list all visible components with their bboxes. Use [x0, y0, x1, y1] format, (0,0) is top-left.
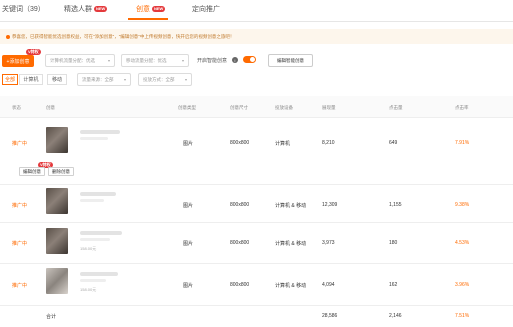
impressions: 8,210: [322, 140, 335, 146]
tab-label: 定向推广: [192, 6, 220, 13]
creative-title: [80, 192, 116, 196]
delivery-device: 计算机 & 移动: [275, 203, 307, 209]
delivery-method-select[interactable]: 投放方式：全部 ▾: [138, 73, 192, 86]
creative-size: 800x800: [230, 202, 250, 208]
info-icon[interactable]: i: [232, 57, 238, 63]
select-value: 计算机流量分配：优选: [50, 57, 95, 63]
click-rate: 9.38%: [455, 202, 470, 208]
edit-smart-creative-button[interactable]: 编辑智能创意: [268, 54, 313, 67]
header-impressions: 展现量: [322, 105, 336, 110]
total-clicks: 2,146: [389, 313, 402, 319]
delete-creative-button[interactable]: 删除创意: [48, 167, 74, 176]
status-text: 推广中: [12, 203, 28, 209]
notice-icon: [6, 34, 10, 39]
clicks: 1,155: [389, 202, 402, 208]
row-divider: [0, 222, 513, 223]
tab-label: 创意: [136, 6, 150, 13]
status-text: 推广中: [12, 241, 28, 247]
toggle-knob: [250, 57, 255, 62]
select-value: 投放方式：全部: [143, 76, 175, 82]
creative-thumbnail[interactable]: [46, 268, 68, 294]
creative-thumbnail[interactable]: [46, 228, 68, 254]
tab-label: 精选人群: [64, 6, 92, 13]
active-tab-indicator: [128, 18, 168, 20]
creative-subtitle: [80, 199, 104, 202]
tab-selected-audience[interactable]: 精选人群 NEW: [64, 4, 108, 14]
status-text: 推广中: [12, 141, 28, 147]
creative-thumbnail[interactable]: [46, 188, 68, 214]
click-rate: 3.96%: [455, 282, 470, 288]
row-divider: [0, 263, 513, 264]
creative-size: 800x800: [230, 282, 250, 288]
total-click-rate: 7.51%: [455, 313, 470, 319]
creative-title: [80, 231, 122, 235]
creative-type: 图片: [183, 141, 194, 147]
total-impressions: 28,586: [322, 313, 338, 319]
notice-bar: 恭喜您，已获得智能优选创意权益，可在"添加创意"，"编辑创意"中上传视频创意，快…: [0, 29, 513, 44]
row-divider: [0, 305, 513, 306]
impressions: 4,094: [322, 282, 335, 288]
clicks: 180: [389, 240, 398, 246]
total-label: 合计: [46, 314, 57, 320]
creative-price: 158.00元: [80, 246, 97, 251]
header-type: 创意类型: [178, 105, 196, 110]
clicks: 649: [389, 140, 398, 146]
tab-bar: 关键词（39） 精选人群 NEW 创意 NEW 定向推广: [0, 0, 513, 22]
creative-subtitle: [80, 279, 106, 282]
creative-type: 图片: [183, 283, 194, 289]
delivery-device: 计算机: [275, 141, 291, 147]
creative-subtitle: [80, 238, 110, 241]
select-value: 流量来源：全部: [82, 76, 114, 82]
impressions: 3,973: [322, 240, 335, 246]
edit-creative-button[interactable]: 编辑创意: [19, 167, 45, 176]
delivery-device: 计算机 & 移动: [275, 241, 307, 247]
smart-creative-toggle[interactable]: [243, 56, 256, 63]
new-badge: NEW: [152, 6, 166, 12]
tab-creative[interactable]: 创意 NEW: [136, 4, 166, 14]
delivery-device: 计算机 & 移动: [275, 283, 307, 289]
notice-text: 恭喜您，已获得智能优选创意权益，可在"添加创意"，"编辑创意"中上传视频创意，快…: [12, 33, 235, 39]
header-status: 状态: [12, 105, 21, 110]
header-clicks: 点击量: [389, 105, 403, 110]
creative-type: 图片: [183, 241, 194, 247]
chevron-down-icon: ▾: [123, 77, 126, 82]
status-text: 推广中: [12, 283, 28, 289]
header-device: 投放设备: [275, 105, 293, 110]
creative-type: 图片: [183, 203, 194, 209]
device-filter-pc[interactable]: 计算机: [19, 74, 43, 85]
chevron-down-icon: ▾: [184, 77, 187, 82]
chevron-down-icon: ▾: [107, 58, 110, 63]
smart-creative-label: 开启智能创意: [197, 58, 228, 64]
creative-title: [80, 272, 118, 276]
select-value: 移动流量分配：优选: [126, 57, 167, 63]
add-creative-button[interactable]: +添加创意: [2, 55, 34, 67]
creative-size: 800x800: [230, 240, 250, 246]
row-divider: [0, 184, 513, 185]
chevron-down-icon: ▾: [181, 58, 184, 63]
device-filter-all[interactable]: 全部: [2, 74, 18, 85]
header-ctr: 点击率: [455, 105, 469, 110]
impressions: 12,309: [322, 202, 338, 208]
click-rate: 4.53%: [455, 240, 470, 246]
device-filter-mobile[interactable]: 移动: [47, 74, 67, 85]
mobile-traffic-select[interactable]: 移动流量分配：优选 ▾: [121, 54, 189, 67]
tab-keywords[interactable]: 关键词（39）: [2, 4, 45, 14]
creative-thumbnail[interactable]: [46, 127, 68, 153]
creative-price: 158.00元: [80, 287, 97, 292]
table-header: 状态 创意 创意类型 创意尺寸 投放设备 展现量 点击量 点击率: [0, 96, 513, 118]
creative-title: [80, 130, 120, 134]
click-rate: 7.91%: [455, 140, 470, 146]
traffic-source-select[interactable]: 流量来源：全部 ▾: [77, 73, 131, 86]
creative-size: 800x800: [230, 140, 250, 146]
pc-traffic-select[interactable]: 计算机流量分配：优选 ▾: [45, 54, 115, 67]
creative-subtitle: [80, 137, 108, 140]
tab-label: 关键词（39）: [2, 6, 45, 13]
header-creative: 创意: [46, 105, 55, 110]
header-size: 创意尺寸: [230, 105, 248, 110]
tab-targeted-promotion[interactable]: 定向推广: [192, 4, 220, 14]
clicks: 162: [389, 282, 398, 288]
new-badge: NEW: [94, 6, 108, 12]
